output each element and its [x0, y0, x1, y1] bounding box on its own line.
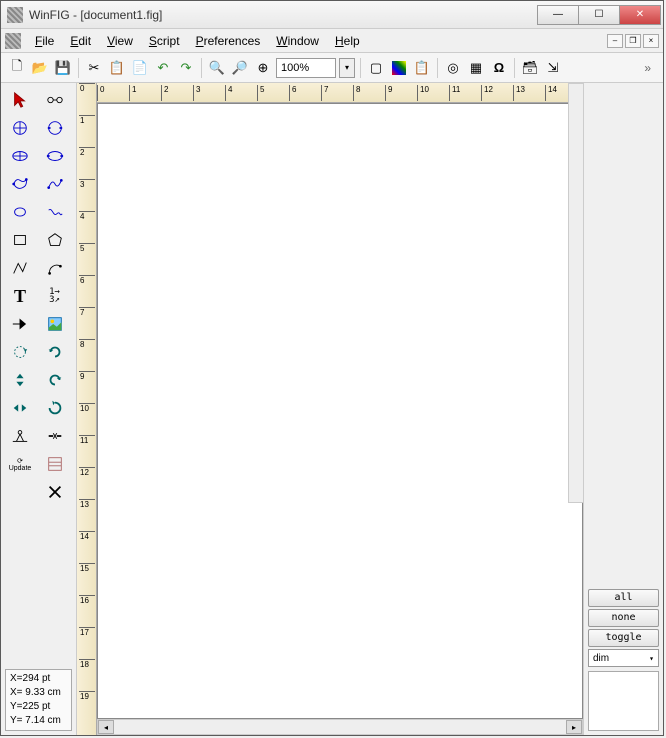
open-file-icon[interactable]: 📂 [30, 58, 50, 78]
menu-help[interactable]: Help [327, 32, 368, 50]
doc-icon[interactable] [5, 33, 21, 49]
text-tool[interactable]: T [5, 283, 35, 309]
coord-x-pt: X=294 pt [10, 672, 67, 686]
mdi-close-button[interactable]: × [643, 34, 659, 48]
scroll-right-arrow-icon[interactable]: ▸ [566, 720, 582, 734]
mdi-minimize-button[interactable]: – [607, 34, 623, 48]
pointer-tool[interactable] [5, 87, 35, 113]
circle-diameter-tool[interactable] [40, 115, 70, 141]
undo-icon[interactable]: ↶ [153, 58, 173, 78]
select-toggle-button[interactable]: toggle [588, 629, 659, 647]
cut-icon[interactable]: ✂ [84, 58, 104, 78]
ellipse-center-tool[interactable] [5, 143, 35, 169]
menu-file[interactable]: File [27, 32, 62, 50]
menu-view[interactable]: View [99, 32, 141, 50]
coordinate-readout: X=294 pt X= 9.33 cm Y=225 pt Y= 7.14 cm [5, 669, 72, 731]
menu-edit[interactable]: Edit [62, 32, 99, 50]
target-icon[interactable]: ◎ [443, 58, 463, 78]
dim-select[interactable]: dim [588, 649, 659, 667]
closed-interp-spline-tool[interactable] [5, 199, 35, 225]
toolbar: 🗋 📂 💾 ✂ 📋 📄 ↶ ↷ 🔍 🔎 ⊕ 100% ▾ ▢ 📋 ◎ ▦ Ω 🗃… [1, 53, 663, 83]
select-all-button[interactable]: all [588, 589, 659, 607]
distance-tool[interactable] [40, 87, 70, 113]
coord-y-cm: Y= 7.14 cm [10, 714, 67, 728]
open-interp-spline-tool[interactable] [40, 199, 70, 225]
vertical-scrollbar[interactable] [568, 83, 584, 503]
zoom-in-icon[interactable]: 🔍 [207, 58, 227, 78]
menu-script[interactable]: Script [141, 32, 188, 50]
rotate-ccw-tool[interactable] [40, 339, 70, 365]
page-icon[interactable]: ▢ [366, 58, 386, 78]
menu-window[interactable]: Window [268, 32, 327, 50]
scroll-left-arrow-icon[interactable]: ◂ [98, 720, 114, 734]
layer-list[interactable] [588, 671, 659, 731]
arc-tool[interactable] [40, 255, 70, 281]
library-icon[interactable]: 🗃 [520, 58, 540, 78]
window-title: WinFIG - [document1.fig] [29, 8, 538, 22]
image-tool[interactable] [40, 311, 70, 337]
vertical-ruler[interactable]: 012345678910111213141516171819 [77, 83, 97, 735]
redo-icon[interactable]: ↷ [176, 58, 196, 78]
flip-horizontal-tool[interactable] [5, 395, 35, 421]
dimension-tool[interactable]: 1→3↗ [40, 283, 70, 309]
canvas-area: 012345678910111213141516171819 012345678… [77, 83, 583, 735]
minimize-button[interactable]: — [537, 5, 579, 25]
break-tool[interactable] [40, 423, 70, 449]
flip-vertical-tool[interactable] [5, 367, 35, 393]
drawing-canvas[interactable] [97, 103, 583, 719]
zoom-dropdown-button[interactable]: ▾ [339, 58, 355, 78]
grid-icon[interactable]: ▦ [466, 58, 486, 78]
menubar: File Edit View Script Preferences Window… [1, 29, 663, 53]
select-none-button[interactable]: none [588, 609, 659, 627]
coord-y-pt: Y=225 pt [10, 700, 67, 714]
mdi-restore-button[interactable]: ❐ [625, 34, 641, 48]
zoom-out-icon[interactable]: 🔎 [230, 58, 250, 78]
new-file-icon[interactable]: 🗋 [7, 58, 27, 78]
color-palette-icon[interactable] [389, 58, 409, 78]
horizontal-ruler[interactable]: 01234567891011121314 [97, 83, 583, 103]
properties-tool[interactable] [40, 451, 70, 477]
maximize-button[interactable]: ☐ [578, 5, 620, 25]
rotate-tool[interactable] [5, 339, 35, 365]
export-icon[interactable]: ⇲ [543, 58, 563, 78]
rotate-cw-tool[interactable] [40, 367, 70, 393]
menu-preferences[interactable]: Preferences [188, 32, 269, 50]
closed-spline-tool[interactable] [5, 171, 35, 197]
arrow-tool[interactable] [5, 311, 35, 337]
open-spline-tool[interactable] [40, 171, 70, 197]
coord-x-cm: X= 9.33 cm [10, 686, 67, 700]
polygon-tool[interactable] [40, 227, 70, 253]
clipboard-icon[interactable]: 📋 [412, 58, 432, 78]
update-tool[interactable]: ⟳Update [5, 451, 35, 477]
right-panel: all none toggle dim [583, 83, 663, 735]
rectangle-tool[interactable] [5, 227, 35, 253]
delete-tool[interactable] [40, 479, 70, 505]
horizontal-scrollbar[interactable]: ◂ ▸ [97, 719, 583, 735]
circle-center-tool[interactable] [5, 115, 35, 141]
main-area: T 1→3↗ ⟳Update X=294 pt X= 9.33 cm [1, 83, 663, 735]
save-file-icon[interactable]: 💾 [53, 58, 73, 78]
copy-icon[interactable]: 📋 [107, 58, 127, 78]
polyline-tool[interactable] [5, 255, 35, 281]
titlebar[interactable]: WinFIG - [document1.fig] — ☐ ✕ [1, 1, 663, 29]
zoom-fit-icon[interactable]: ⊕ [253, 58, 273, 78]
app-icon [7, 7, 23, 23]
align-tool[interactable] [5, 423, 35, 449]
close-button[interactable]: ✕ [619, 5, 661, 25]
tool-panel: T 1→3↗ ⟳Update X=294 pt X= 9.33 cm [1, 83, 77, 735]
rotate-cw2-tool[interactable] [40, 395, 70, 421]
ellipse-diameter-tool[interactable] [40, 143, 70, 169]
magnet-icon[interactable]: Ω [489, 58, 509, 78]
app-window: WinFIG - [document1.fig] — ☐ ✕ File Edit… [0, 0, 664, 736]
toolbar-overflow-button[interactable]: » [638, 61, 657, 75]
zoom-level-input[interactable]: 100% [276, 58, 336, 78]
paste-icon[interactable]: 📄 [130, 58, 150, 78]
